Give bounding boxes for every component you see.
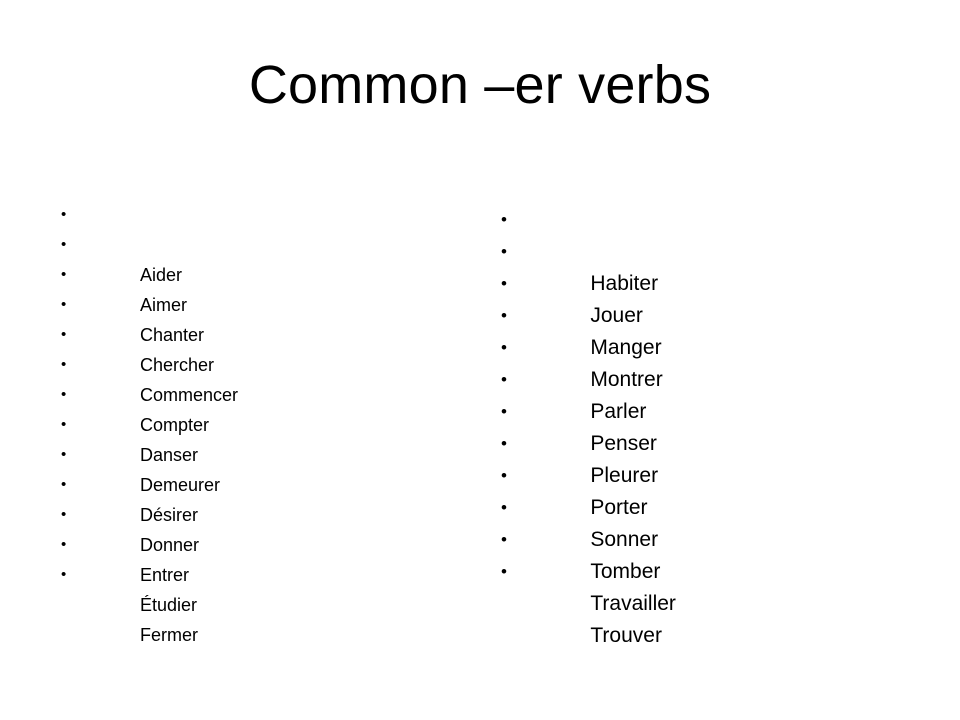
bullet-icon: • [501, 530, 507, 549]
slide-content: • Aider • Aimer • Chanter • Chercher • C… [0, 200, 960, 670]
list-item: • Désirer [48, 440, 468, 525]
list-item: • Travailler [488, 524, 918, 615]
left-column: • Aider • Aimer • Chanter • Chercher • C… [48, 200, 468, 645]
bullet-icon: • [61, 236, 67, 253]
bullet-icon: • [501, 242, 507, 261]
list-item: • Compter [48, 350, 468, 435]
list-item-label: Trouver [590, 624, 662, 647]
bullet-icon: • [61, 506, 67, 523]
verb-list-left: • Aider • Aimer • Chanter • Chercher • C… [48, 200, 468, 645]
list-item: • Trouver [488, 556, 918, 647]
bullet-icon: • [61, 266, 67, 283]
list-item: • Penser [488, 364, 918, 455]
list-item: • Tomber [488, 492, 918, 583]
bullet-icon: • [501, 466, 507, 485]
list-item: • Pleurer [488, 396, 918, 487]
right-column: • Habiter • Jouer • Manger • Montrer • P… [488, 200, 918, 647]
bullet-icon: • [501, 306, 507, 325]
bullet-icon: • [61, 536, 67, 553]
list-item: • Entrer [48, 500, 468, 585]
list-item: • Sonner [488, 460, 918, 551]
list-item: • Manger [488, 268, 918, 359]
list-item: • Chanter [48, 260, 468, 345]
list-item: • Chercher [48, 290, 468, 375]
bullet-icon: • [501, 434, 507, 453]
bullet-icon: • [501, 338, 507, 357]
list-item: • Étudier [48, 530, 468, 615]
list-item: • Aimer [48, 230, 468, 315]
list-item: • Commencer [48, 320, 468, 405]
bullet-icon: • [501, 498, 507, 517]
bullet-icon: • [501, 562, 507, 581]
bullet-icon: • [61, 206, 67, 223]
bullet-icon: • [61, 326, 67, 343]
list-item: • Aider [48, 200, 468, 285]
list-item: • Montrer [488, 300, 918, 391]
verb-list-right: • Habiter • Jouer • Manger • Montrer • P… [488, 204, 918, 647]
list-item: • Habiter [488, 204, 918, 295]
list-item-label: Fermer [140, 625, 199, 645]
bullet-icon: • [501, 274, 507, 293]
list-item: • Fermer [48, 560, 468, 645]
list-item: • Jouer [488, 236, 918, 327]
bullet-icon: • [61, 356, 67, 373]
list-item: • Danser [48, 380, 468, 465]
bullet-icon: • [61, 446, 67, 463]
bullet-icon: • [61, 476, 67, 493]
list-item: • Porter [488, 428, 918, 519]
list-item-label: Travailler [590, 592, 676, 615]
bullet-icon: • [501, 210, 507, 229]
list-item-label: Étudier [140, 595, 198, 615]
bullet-icon: • [61, 386, 67, 403]
page-title: Common –er verbs [248, 55, 712, 115]
list-item: • Demeurer [48, 410, 468, 495]
list-item: • Donner [48, 470, 468, 555]
bullet-icon: • [61, 416, 67, 433]
list-item: • Parler [488, 332, 918, 423]
bullet-icon: • [61, 566, 67, 583]
bullet-icon: • [61, 296, 67, 313]
slide: Common –er verbs • Aider • Aimer • Chant… [0, 0, 960, 720]
bullet-icon: • [501, 370, 507, 389]
bullet-icon: • [501, 402, 507, 421]
